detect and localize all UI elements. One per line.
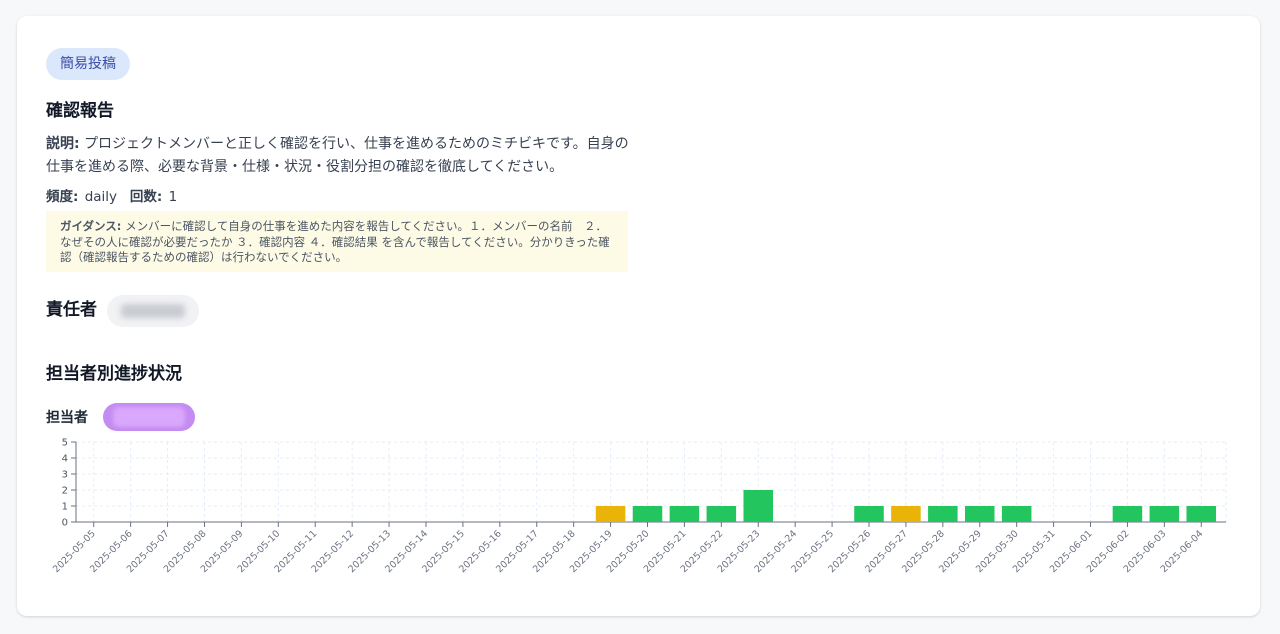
bar-2025-05-23 xyxy=(743,490,774,522)
bar-2025-05-19 xyxy=(595,506,626,522)
bar-2025-05-22 xyxy=(706,506,737,522)
bar-2025-05-26 xyxy=(854,506,884,522)
bar-2025-05-20 xyxy=(632,506,663,522)
bar-2025-06-02 xyxy=(1112,506,1143,522)
y-tick-label: 2 xyxy=(62,486,68,497)
bar-2025-05-29 xyxy=(964,506,995,522)
bar-2025-06-03 xyxy=(1149,506,1180,522)
bar-2025-05-28 xyxy=(928,506,958,522)
y-tick-label: 0 xyxy=(62,518,68,529)
bar-2025-05-30 xyxy=(1001,506,1032,522)
y-tick-label: 3 xyxy=(62,470,68,481)
progress-chart: 0123452025-05-052025-05-062025-05-072025… xyxy=(51,438,1227,575)
bar-2025-06-04 xyxy=(1186,506,1217,522)
y-tick-label: 1 xyxy=(62,502,68,513)
y-tick-label: 5 xyxy=(62,438,68,449)
bar-2025-05-21 xyxy=(669,506,700,522)
y-tick-label: 4 xyxy=(62,454,68,465)
bar-2025-05-27 xyxy=(891,506,921,522)
